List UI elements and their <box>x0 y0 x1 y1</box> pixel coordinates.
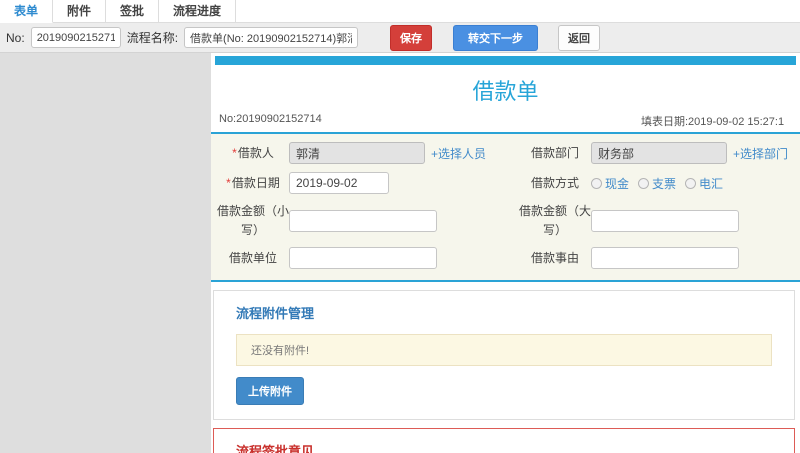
tab-bar-filler <box>236 0 800 23</box>
department-input[interactable] <box>591 142 727 164</box>
borrower-label: *借款人 <box>232 145 274 160</box>
select-person-link[interactable]: +选择人员 <box>431 145 486 162</box>
borrow-reason-label: 借款事由 <box>530 250 579 265</box>
forward-next-step-button[interactable]: 转交下一步 <box>453 24 539 51</box>
form-fields-area: *借款人 +选择人员 借款部门 +选择部门 *借款日期 借款方式 <box>211 132 800 283</box>
form-row: *借款日期 借款方式 现金 支票 <box>211 168 800 198</box>
borrow-method-label: 借款方式 <box>530 175 579 190</box>
no-input[interactable] <box>30 27 121 48</box>
form-row: *借款人 +选择人员 借款部门 +选择部门 <box>211 138 800 168</box>
attachments-heading: 流程附件管理 <box>236 306 315 322</box>
amount-lowercase-label: 借款金额（小写） <box>217 204 290 237</box>
required-mark: * <box>226 175 231 190</box>
approval-comments-section: 流程签批意见 B I abc <box>213 428 795 453</box>
panel-top-bar <box>215 56 796 65</box>
tab-bar: 表单 附件 签批 流程进度 <box>0 0 800 23</box>
tab-form[interactable]: 表单 <box>0 0 54 23</box>
borrow-unit-input[interactable] <box>289 247 437 270</box>
radio-wire[interactable]: 电汇 <box>685 175 723 192</box>
amount-lowercase-input[interactable] <box>289 209 437 232</box>
radio-circle-icon <box>685 177 697 189</box>
attachments-section: 流程附件管理 还没有附件! 上传附件 <box>213 290 795 421</box>
no-label: No: <box>6 30 25 45</box>
radio-cash[interactable]: 现金 <box>591 175 629 192</box>
borrower-input[interactable] <box>289 142 425 164</box>
page-title: 借款单 <box>472 79 539 104</box>
process-name-label: 流程名称: <box>126 31 179 45</box>
back-button[interactable]: 返回 <box>558 24 601 51</box>
fill-date-text: 填表日期:2019-09-02 15:27:1 <box>641 116 785 128</box>
borrow-reason-input[interactable] <box>591 247 739 270</box>
main-area: 借款单 No:20190902152714 填表日期:2019-09-02 15… <box>0 53 800 453</box>
toolbar: No: 流程名称: 保存 转交下一步 返回 <box>0 23 800 53</box>
borrow-method-radio-group: 现金 支票 电汇 <box>591 175 723 192</box>
tab-attachments[interactable]: 附件 <box>53 0 107 23</box>
borrow-date-label: *借款日期 <box>226 175 280 190</box>
approval-comments-heading: 流程签批意见 <box>236 444 315 453</box>
tab-process-progress[interactable]: 流程进度 <box>159 0 237 23</box>
form-no-text: No:20190902152714 <box>219 113 322 125</box>
select-department-link[interactable]: +选择部门 <box>733 145 788 162</box>
process-name-input[interactable] <box>184 27 359 48</box>
borrow-unit-label: 借款单位 <box>228 250 277 265</box>
amount-uppercase-input[interactable] <box>591 209 739 232</box>
no-attachments-alert: 还没有附件! <box>236 334 772 367</box>
tab-approval[interactable]: 签批 <box>106 0 160 23</box>
save-button[interactable]: 保存 <box>390 24 433 51</box>
department-label: 借款部门 <box>530 145 579 160</box>
form-panel: 借款单 No:20190902152714 填表日期:2019-09-02 15… <box>211 53 800 453</box>
amount-uppercase-label: 借款金额（大写） <box>519 204 592 237</box>
borrow-date-input[interactable] <box>289 172 389 194</box>
radio-circle-icon <box>638 177 650 189</box>
radio-circle-icon <box>591 177 602 189</box>
form-meta-row: No:20190902152714 填表日期:2019-09-02 15:27:… <box>211 113 800 130</box>
form-row: 借款金额（小写） 借款金额（大写） <box>211 198 800 243</box>
form-row: 借款单位 借款事由 <box>211 243 800 273</box>
upload-attachment-button[interactable]: 上传附件 <box>236 377 304 406</box>
required-mark: * <box>232 145 237 160</box>
radio-check[interactable]: 支票 <box>638 175 676 192</box>
